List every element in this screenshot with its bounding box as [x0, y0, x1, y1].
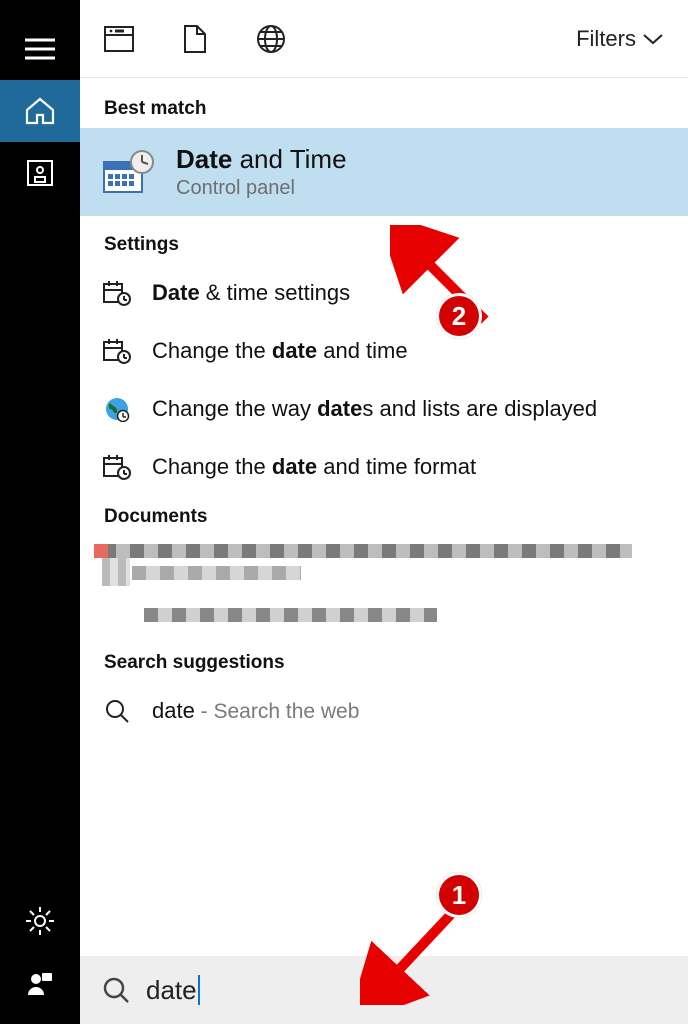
annotation-badge-2: 2	[436, 293, 482, 339]
filters-label: Filters	[576, 26, 636, 52]
sidebar-home-button[interactable]	[0, 80, 80, 142]
sidebar-feedback-button[interactable]	[0, 952, 80, 1014]
annotation-badge-1: 1	[436, 872, 482, 918]
search-results-panel: Filters Best match Date and Time Control…	[80, 0, 688, 1024]
setting-regional[interactable]: Change the way dates and lists are displ…	[80, 380, 688, 438]
globe-icon	[256, 24, 286, 54]
search-icon	[102, 976, 130, 1004]
setting-label: Change the date and time format	[152, 452, 476, 482]
sidebar-settings-button[interactable]	[0, 890, 80, 952]
setting-label: Change the date and time	[152, 336, 408, 366]
search-suggestions-heading: Search suggestions	[80, 642, 688, 682]
setting-change-date[interactable]: Change the date and time	[80, 322, 688, 380]
setting-label: Change the way dates and lists are displ…	[152, 394, 597, 424]
gear-icon	[25, 906, 55, 936]
home-icon	[25, 97, 55, 125]
hamburger-icon	[25, 38, 55, 60]
filters-dropdown[interactable]: Filters	[576, 26, 664, 52]
globe-blue-icon	[102, 394, 132, 424]
document-icon	[183, 24, 207, 54]
hamburger-menu-button[interactable]	[0, 18, 80, 80]
setting-format[interactable]: Change the date and time format	[80, 438, 688, 496]
documents-filter-button[interactable]	[180, 24, 210, 54]
person-chat-icon	[26, 969, 54, 997]
settings-heading: Settings	[80, 224, 688, 264]
documents-heading: Documents	[80, 496, 688, 536]
setting-date-time[interactable]: Date & time settings	[80, 264, 688, 322]
calendar-clock-icon	[102, 278, 132, 308]
document-result-redacted-2[interactable]	[80, 558, 688, 630]
results-content: Best match Date and Time Control panel S…	[80, 78, 688, 740]
sidebar-app-button[interactable]	[0, 142, 80, 204]
setting-label: Date & time settings	[152, 278, 350, 308]
calendar-clock-icon	[102, 452, 132, 482]
sidebar	[0, 0, 80, 1024]
best-match-title: Date and Time	[176, 144, 347, 175]
best-match-heading: Best match	[80, 88, 688, 128]
search-icon	[102, 696, 132, 726]
chevron-down-icon	[642, 32, 664, 46]
suggestion-text: date - Search the web	[152, 696, 359, 726]
web-filter-button[interactable]	[256, 24, 286, 54]
date-time-icon	[102, 150, 156, 194]
app-window-icon	[104, 26, 134, 52]
best-match-subtitle: Control panel	[176, 177, 347, 200]
calendar-clock-icon	[102, 336, 132, 366]
apps-filter-button[interactable]	[104, 24, 134, 54]
web-search-suggestion[interactable]: date - Search the web	[80, 682, 688, 740]
filter-toolbar: Filters	[80, 0, 688, 78]
app-square-icon	[26, 159, 54, 187]
best-match-result[interactable]: Date and Time Control panel	[80, 128, 688, 216]
